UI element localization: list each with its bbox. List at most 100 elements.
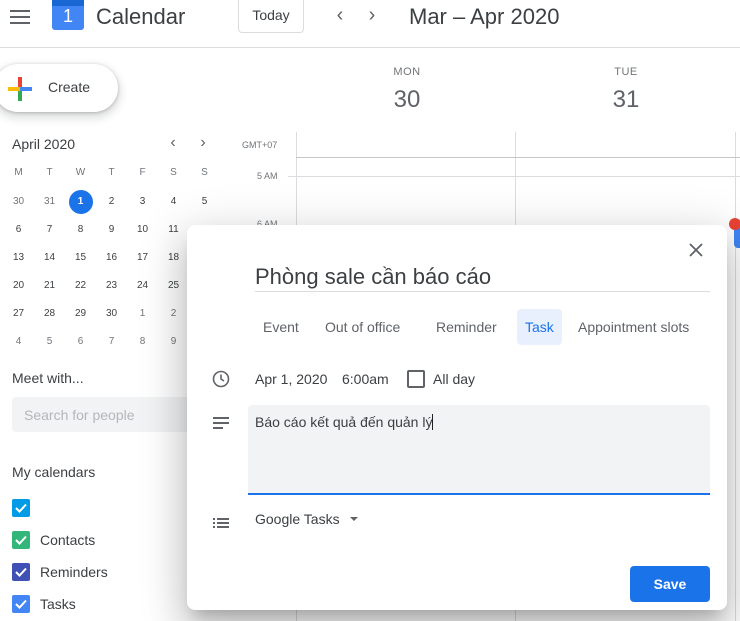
task-list-value: Google Tasks [255, 511, 340, 527]
checkbox-checked-icon[interactable] [12, 563, 30, 581]
today-button[interactable]: Today [238, 0, 304, 33]
mini-calendar-prev-button[interactable]: ‹ [165, 133, 181, 153]
mini-calendar-day[interactable]: 21 [34, 275, 65, 303]
mini-calendar-day[interactable]: 25 [158, 275, 189, 303]
calendar-item-reminders[interactable]: Reminders [12, 562, 108, 582]
mini-calendar-day[interactable]: 24 [127, 275, 158, 303]
calendar-item-contacts[interactable]: Contacts [12, 530, 95, 550]
next-period-button[interactable]: › [362, 4, 382, 28]
mini-calendar-day[interactable]: 9 [158, 331, 189, 359]
selected-day[interactable]: 1 [68, 190, 93, 214]
mini-calendar-day[interactable]: 8 [127, 331, 158, 359]
mini-calendar-day[interactable]: 2 [158, 303, 189, 331]
all-day-checkbox[interactable] [407, 370, 425, 388]
date-range-title: Mar – Apr 2020 [409, 4, 560, 29]
create-button[interactable]: Create [0, 64, 118, 112]
time-label: 5 AM [257, 171, 278, 181]
mini-calendar-day[interactable]: 8 [65, 219, 96, 247]
day-number[interactable]: 31 [566, 86, 686, 114]
date-field[interactable]: Apr 1, 2020 [255, 371, 327, 387]
mini-calendar-day[interactable]: 22 [65, 275, 96, 303]
all-day-label[interactable]: All day [433, 371, 475, 387]
mini-calendar-day[interactable]: 18 [158, 247, 189, 275]
chevron-left-icon: ‹ [170, 134, 176, 151]
checkbox-checked-icon[interactable] [12, 595, 30, 613]
mini-calendar-day[interactable]: 5 [34, 331, 65, 359]
calendar-item-tasks[interactable]: Tasks [12, 594, 76, 614]
day-header-mon[interactable]: MON 30 [347, 66, 467, 114]
mini-calendar-day[interactable]: 11 [158, 219, 189, 247]
app-title: Calendar [96, 4, 186, 29]
tab-task[interactable]: Task [517, 309, 562, 345]
mini-calendar-day[interactable]: 4 [158, 191, 189, 219]
description-textarea[interactable]: Báo cáo kết quả đến quản lý [248, 405, 710, 495]
mini-calendar-day[interactable]: 3 [127, 191, 158, 219]
mini-calendar-day[interactable]: 27 [3, 303, 34, 331]
save-button[interactable]: Save [630, 566, 710, 602]
tab-out-of-office[interactable]: Out of office [317, 309, 408, 345]
mini-calendar-title: April 2020 [12, 136, 76, 152]
mini-calendar-next-button[interactable]: › [195, 133, 211, 153]
tab-appointment-slots[interactable]: Appointment slots [570, 309, 697, 345]
create-label: Create [48, 79, 91, 95]
mini-calendar-day[interactable]: 6 [3, 219, 34, 247]
mini-calendar-day[interactable]: 15 [65, 247, 96, 275]
close-button[interactable] [684, 238, 708, 262]
mini-calendar-day[interactable]: 9 [96, 219, 127, 247]
mini-calendar-day[interactable]: 1 [65, 190, 96, 219]
clock-icon [212, 370, 230, 388]
plus-icon [8, 77, 32, 101]
checkbox-checked-icon[interactable] [12, 531, 30, 549]
checkbox-checked-icon[interactable] [12, 499, 30, 517]
mini-calendar-day[interactable]: 7 [34, 219, 65, 247]
task-list-dropdown[interactable]: Google Tasks [255, 511, 358, 527]
calendar-label: Tasks [40, 596, 76, 612]
previous-period-button[interactable]: ‹ [330, 4, 350, 28]
chevron-left-icon: ‹ [336, 4, 344, 26]
my-calendars-title[interactable]: My calendars [12, 464, 95, 480]
mini-calendar-day[interactable]: 13 [3, 247, 34, 275]
mini-calendar-day[interactable]: 1 [127, 303, 158, 331]
calendar-item[interactable] [12, 498, 40, 518]
main-menu-icon[interactable] [9, 8, 31, 26]
mini-calendar-day[interactable]: 4 [3, 331, 34, 359]
title-input[interactable]: Phòng sale cần báo cáo [255, 260, 710, 292]
description-text: Báo cáo kết quả đến quản lý [255, 414, 433, 430]
weekday-label: F [139, 167, 146, 178]
mini-calendar-day[interactable]: 31 [34, 191, 65, 219]
chevron-right-icon: › [200, 134, 206, 151]
mini-calendar-day[interactable]: 30 [96, 303, 127, 331]
weekday-label: W [75, 167, 86, 178]
mini-calendar-day[interactable]: 6 [65, 331, 96, 359]
mini-calendar-day[interactable]: 20 [3, 275, 34, 303]
mini-calendar-day[interactable]: 5 [189, 191, 220, 219]
tab-event[interactable]: Event [255, 309, 307, 345]
mini-calendar-day[interactable]: 23 [96, 275, 127, 303]
mini-calendar-day[interactable]: 30 [3, 191, 34, 219]
mini-calendar-day[interactable]: 16 [96, 247, 127, 275]
mini-calendar-day[interactable]: 17 [127, 247, 158, 275]
mini-calendar-day[interactable]: 28 [34, 303, 65, 331]
timezone-label: GMT+07 [242, 140, 278, 150]
day-number[interactable]: 30 [347, 86, 467, 114]
description-icon [213, 417, 229, 429]
weekday-label: T [46, 167, 53, 178]
column-divider [735, 132, 736, 621]
mini-calendar-day[interactable]: 29 [65, 303, 96, 331]
weekday-label: M [14, 167, 23, 178]
day-of-week: MON [393, 66, 421, 78]
day-header-tue[interactable]: TUE 31 [566, 66, 686, 114]
hour-line [288, 176, 740, 177]
mini-calendar-day[interactable]: 7 [96, 331, 127, 359]
mini-calendar-day[interactable]: 10 [127, 219, 158, 247]
calendar-logo-icon[interactable]: 1 [52, 0, 84, 30]
mini-calendar-day[interactable]: 2 [96, 191, 127, 219]
calendar-label: Reminders [40, 564, 108, 580]
time-field[interactable]: 6:00am [342, 371, 389, 387]
mini-calendar-day[interactable]: 14 [34, 247, 65, 275]
top-app-bar: 1 Calendar Today ‹ › Mar – Apr 2020 [0, 0, 740, 48]
day-of-week: TUE [614, 66, 638, 78]
search-people-input[interactable]: Search for people [12, 397, 212, 432]
weekday-label: T [108, 167, 115, 178]
tab-reminder[interactable]: Reminder [428, 309, 505, 345]
